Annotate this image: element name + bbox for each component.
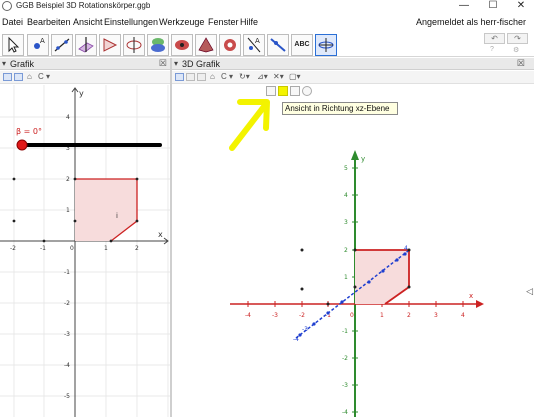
tick-label: -2 <box>299 312 305 319</box>
point <box>340 300 344 304</box>
tick-label: -1 <box>40 245 46 252</box>
tick-label: -2 <box>64 300 70 307</box>
point[interactable] <box>407 248 411 252</box>
y-ticks-2d: 4 3 2 1 -1 -2 -3 -4 -5 <box>64 114 70 400</box>
tick-label: 2 <box>344 247 348 254</box>
point[interactable] <box>353 248 357 252</box>
graphics-canvas: x y -2 -1 0 1 2 4 3 2 1 -1 -2 -3 -4 -5 i <box>0 85 484 417</box>
x-axis-label-2d: x <box>158 230 163 239</box>
point[interactable] <box>135 177 139 181</box>
tick-label: 0 <box>70 245 74 252</box>
tick-label: -4 <box>293 336 299 343</box>
point[interactable] <box>42 239 46 243</box>
point <box>367 280 371 284</box>
point <box>381 269 385 273</box>
tick-label: -2 <box>10 245 16 252</box>
x-axis-label-3d: x <box>469 292 473 300</box>
z-axis-arrow-icon <box>351 150 359 160</box>
tick-label: -4 <box>342 409 348 416</box>
tick-label: 2 <box>135 245 139 252</box>
tick-label: -4 <box>64 362 70 369</box>
yellow-pointer-arrow-icon <box>229 99 270 151</box>
y-axis-label-2d: y <box>79 89 84 98</box>
tick-label: 4 <box>66 114 70 121</box>
grafik-3d-view[interactable]: y x -4 -3 -2 -1 0 1 2 3 4 5 4 3 2 1 -1 -… <box>229 99 484 417</box>
point <box>403 252 407 256</box>
tick-label: 2 <box>66 176 70 183</box>
point[interactable] <box>73 219 77 223</box>
tick-label: -3 <box>272 312 278 319</box>
point <box>395 258 399 262</box>
point[interactable] <box>326 302 330 306</box>
tick-label: 1 <box>380 312 384 319</box>
point[interactable] <box>135 219 139 223</box>
point[interactable] <box>73 177 77 181</box>
tick-label: 1 <box>344 274 348 281</box>
point[interactable] <box>407 285 411 289</box>
tick-label: -3 <box>342 382 348 389</box>
tick-label: -1 <box>64 269 70 276</box>
tick-label: -1 <box>342 328 348 335</box>
polygon-3d[interactable] <box>355 250 409 304</box>
tick-label: 4 <box>404 245 408 252</box>
tick-label: 3 <box>344 219 348 226</box>
tick-label: 4 <box>344 192 348 199</box>
point[interactable] <box>353 285 357 289</box>
tick-label: 5 <box>344 165 348 172</box>
tick-label: 1 <box>66 207 70 214</box>
point[interactable] <box>12 219 16 223</box>
polygon-i[interactable] <box>75 179 137 241</box>
y-axis-label-3d: y <box>361 155 365 163</box>
tick-label: 0 <box>350 312 354 319</box>
grafik-2d-view[interactable]: x y -2 -1 0 1 2 4 3 2 1 -1 -2 -3 -4 -5 i <box>0 85 170 417</box>
tick-label: -5 <box>64 393 70 400</box>
tick-label: -4 <box>245 312 251 319</box>
sidebar-expand-icon[interactable]: ◁ <box>526 286 533 297</box>
point[interactable] <box>300 287 304 291</box>
x-axis-arrow-icon <box>476 300 484 308</box>
tick-label: -2 <box>342 355 348 362</box>
tick-label: 4 <box>461 312 465 319</box>
point <box>312 322 316 326</box>
point[interactable] <box>300 248 304 252</box>
tick-label: -3 <box>302 326 308 333</box>
slider-handle[interactable] <box>16 139 28 151</box>
y-ticks-3d: 5 4 3 2 1 -1 -2 -3 -4 <box>342 165 348 416</box>
tick-label: 2 <box>407 312 411 319</box>
tick-label: 3 <box>434 312 438 319</box>
point <box>326 311 330 315</box>
polygon-label: i <box>116 212 118 220</box>
point[interactable] <box>12 177 16 181</box>
point[interactable] <box>109 239 113 243</box>
tick-label: -3 <box>64 331 70 338</box>
slider-label-beta: β = 0° <box>16 127 42 136</box>
tick-label: 1 <box>104 245 108 252</box>
